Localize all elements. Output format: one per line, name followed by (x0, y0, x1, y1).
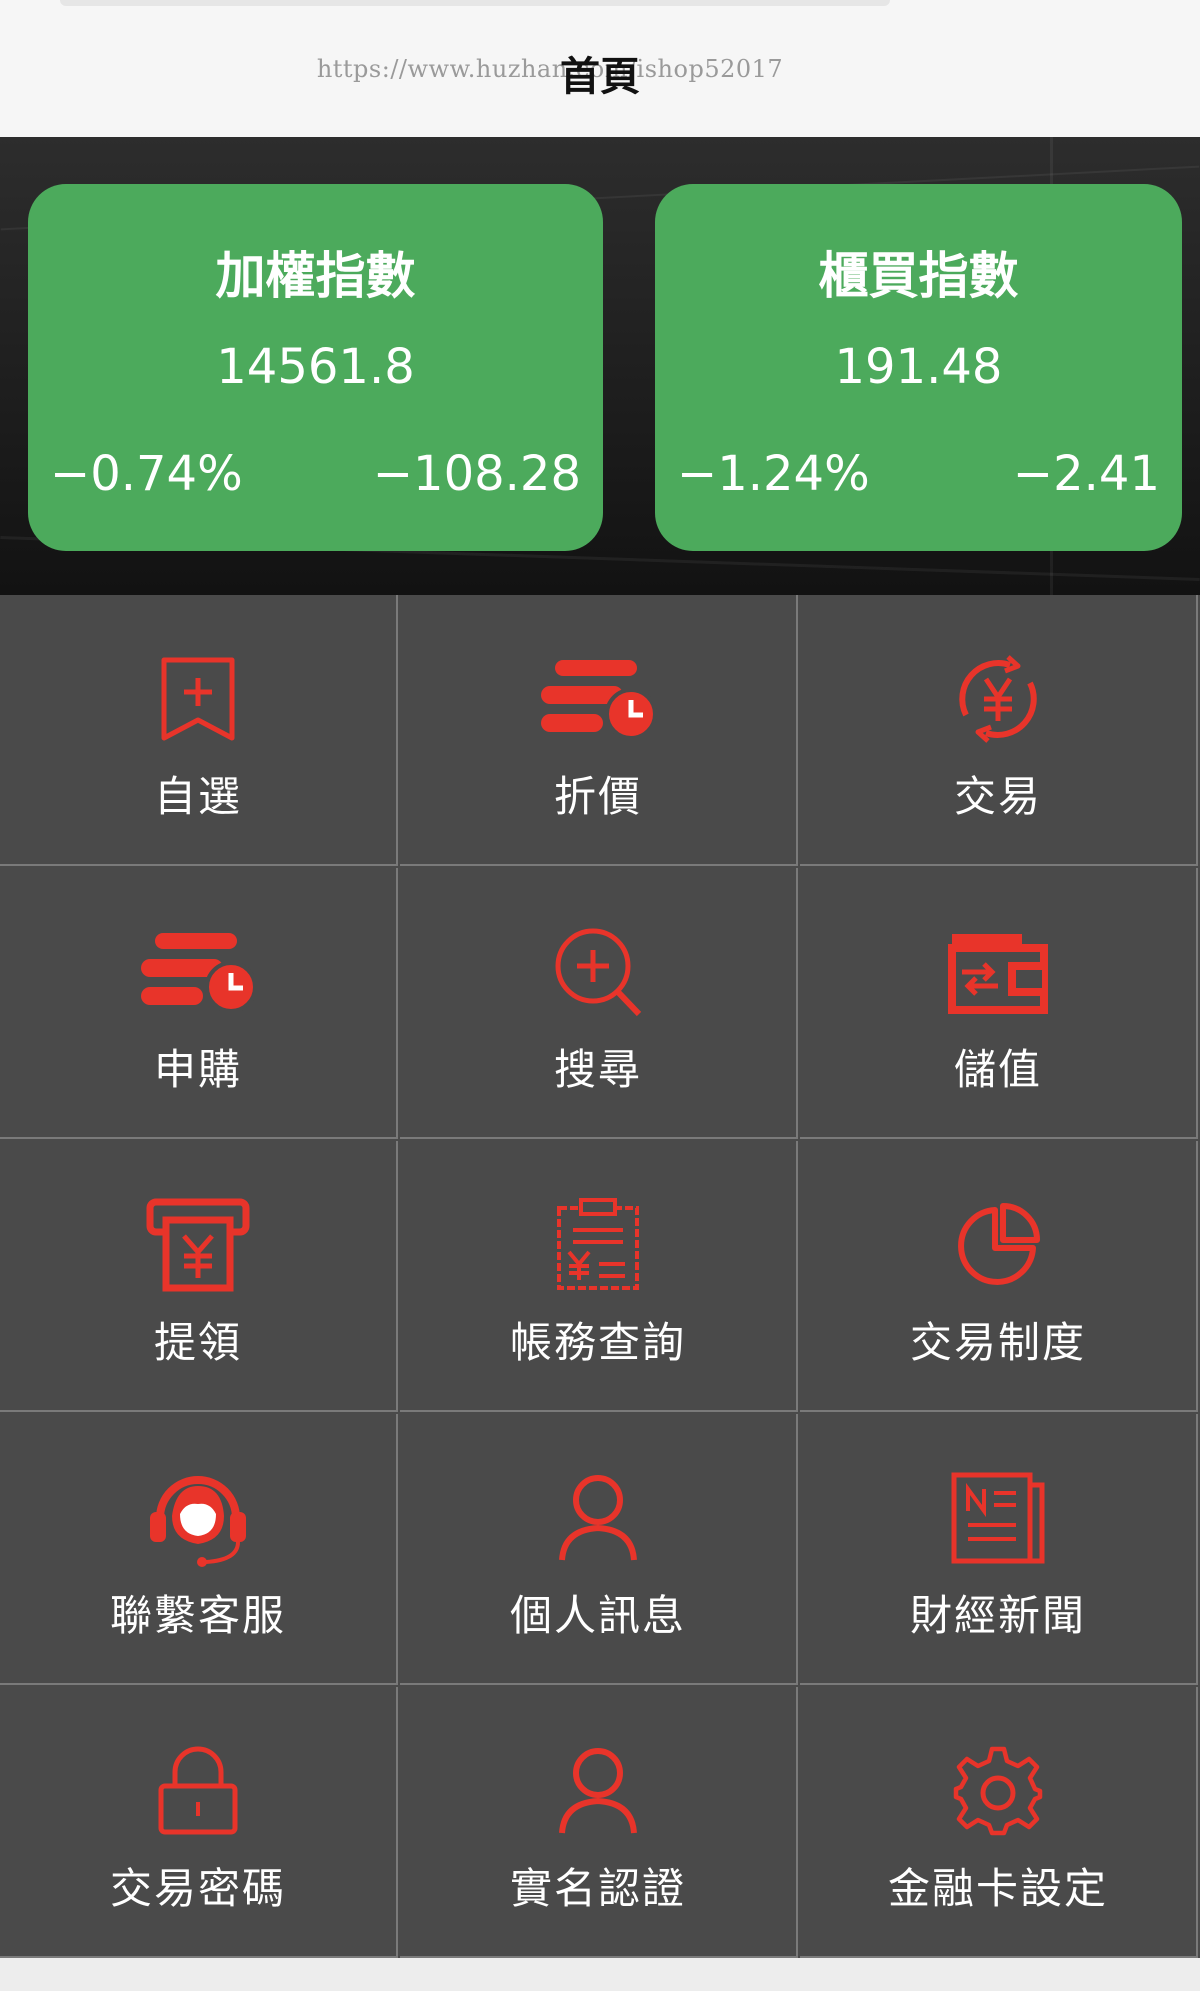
page-title: 首頁 (560, 54, 640, 100)
menu-item-label: 搜尋 (553, 1045, 642, 1094)
index-change-percent: −0.74% (50, 446, 243, 502)
index-name: 加權指數 (215, 247, 416, 305)
index-name: 櫃買指數 (818, 247, 1019, 305)
gear-icon (800, 1745, 1196, 1837)
index-card-taiex[interactable]: 加權指數 14561.8 −0.74% −108.28 (28, 184, 603, 551)
menu-item-label: 聯繫客服 (109, 1591, 286, 1640)
clipboard-yen-icon (400, 1198, 796, 1291)
headset-agent-icon (0, 1472, 396, 1567)
menu-item-subscribe[interactable]: 申購 (0, 868, 398, 1139)
menu-item-deposit[interactable]: 儲值 (800, 868, 1198, 1139)
yen-cycle-icon (800, 653, 1196, 745)
user-icon (400, 1472, 796, 1564)
index-card-otc[interactable]: 櫃買指數 191.48 −1.24% −2.41 (655, 184, 1182, 551)
menu-item-account-query[interactable]: 帳務查詢 (400, 1141, 798, 1412)
menu-item-label: 實名認證 (509, 1864, 686, 1913)
top-nav-bar: https://www.huzhan.com/ishop52017 首頁 (0, 0, 1200, 137)
stacked-bars-clock-icon (0, 926, 396, 1018)
menu-item-label: 儲值 (953, 1045, 1042, 1094)
feature-menu-grid: 自選 折價 交易 申購 搜尋 儲值 提領 帳務查詢 交易制度 聯繫客服 個人訊息… (0, 595, 1200, 1960)
menu-item-label: 帳務查詢 (509, 1318, 686, 1367)
menu-item-label: 財經新聞 (909, 1591, 1086, 1640)
menu-item-label: 金融卡設定 (887, 1864, 1108, 1913)
bottom-edge (0, 1958, 1200, 1991)
index-value: 14561.8 (216, 339, 415, 395)
menu-item-real-name-verification[interactable]: 實名認證 (400, 1687, 798, 1958)
menu-item-bank-card-settings[interactable]: 金融卡設定 (800, 1687, 1198, 1958)
index-change-percent: −1.24% (677, 446, 870, 502)
index-value: 191.48 (834, 339, 1003, 395)
menu-item-trade[interactable]: 交易 (800, 595, 1198, 866)
menu-item-label: 提領 (153, 1318, 242, 1367)
zoom-in-icon (400, 926, 796, 1018)
menu-item-label: 交易密碼 (109, 1864, 286, 1913)
app-page: https://www.huzhan.com/ishop52017 首頁 加權指… (0, 0, 1200, 1991)
menu-item-label: 申購 (153, 1045, 242, 1094)
wallet-arrow-icon (800, 926, 1196, 1018)
menu-item-label: 折價 (553, 772, 642, 821)
menu-item-personal-info[interactable]: 個人訊息 (400, 1414, 798, 1685)
stacked-bars-clock-icon (400, 653, 796, 745)
newspaper-icon (800, 1472, 1196, 1564)
menu-item-label: 個人訊息 (509, 1591, 686, 1640)
menu-item-trading-rules[interactable]: 交易制度 (800, 1141, 1198, 1412)
menu-item-customer-service[interactable]: 聯繫客服 (0, 1414, 398, 1685)
menu-item-label: 交易制度 (909, 1318, 1086, 1367)
atm-withdraw-icon (0, 1198, 396, 1292)
menu-item-financial-news[interactable]: 財經新聞 (800, 1414, 1198, 1685)
index-change-points: −2.41 (1012, 446, 1160, 502)
user-icon (400, 1745, 796, 1837)
menu-item-discount[interactable]: 折價 (400, 595, 798, 866)
index-change-points: −108.28 (372, 446, 581, 502)
menu-item-withdraw[interactable]: 提領 (0, 1141, 398, 1412)
status-strip (60, 0, 890, 6)
lock-icon (0, 1745, 396, 1837)
pie-chart-icon (800, 1199, 1196, 1291)
menu-item-search[interactable]: 搜尋 (400, 868, 798, 1139)
menu-item-watchlist[interactable]: 自選 (0, 595, 398, 866)
market-index-banner: 加權指數 14561.8 −0.74% −108.28 櫃買指數 191.48 … (0, 137, 1200, 595)
menu-item-label: 交易 (953, 772, 1042, 821)
menu-item-trading-password[interactable]: 交易密碼 (0, 1687, 398, 1958)
menu-item-label: 自選 (153, 772, 242, 821)
bookmark-plus-icon (0, 653, 396, 745)
